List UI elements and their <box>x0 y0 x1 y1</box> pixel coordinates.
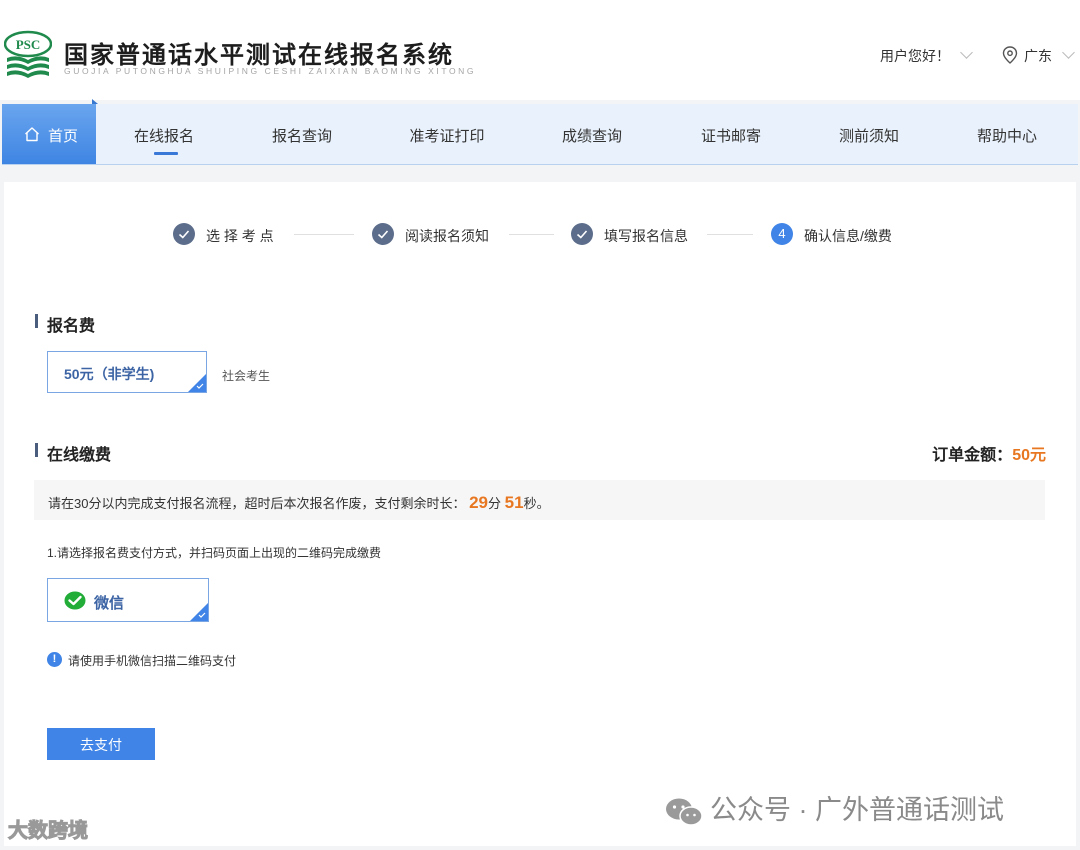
step-connector <box>294 234 354 235</box>
wechat-logo-icon <box>666 798 703 826</box>
nav-home-label: 首页 <box>48 128 79 145</box>
check-icon <box>198 612 206 618</box>
nav-item-online-registration[interactable]: 在线报名 <box>134 125 194 146</box>
site-header: PSC 国家普通话水平测试在线报名系统 GUOJIA PUTONGHUA SHU… <box>0 0 1080 100</box>
step-done-check-icon <box>372 223 394 245</box>
user-greeting[interactable]: 用户您好！ <box>880 46 950 66</box>
watermark-right-text: 公众号 · 广外普通话测试 <box>710 795 1004 825</box>
fee-option-non-student[interactable]: 50元（非学生) <box>47 351 207 393</box>
step-done-check-icon <box>173 223 195 245</box>
timer-minutes: 29 <box>469 493 489 512</box>
nav-item-score-query[interactable]: 成绩查询 <box>562 125 622 146</box>
timer-text: 请在30分以内完成支付报名流程，超时后本次报名作废，支付剩余时长： 29分 51… <box>48 493 550 513</box>
payment-timer-bar: 请在30分以内完成支付报名流程，超时后本次报名作废，支付剩余时长： 29分 51… <box>34 480 1045 520</box>
wechat-pay-option[interactable]: 微信 <box>47 578 209 622</box>
step-label-read-notice: 阅读报名须知 <box>405 228 489 244</box>
fee-option-note: 社会考生 <box>222 369 271 383</box>
payment-card: 选 择 考 点 阅读报名须知 填写报名信息 4 确认信息/缴费 报名费 50元（… <box>4 182 1076 846</box>
location-pin-icon <box>1002 46 1018 64</box>
home-icon <box>25 127 39 142</box>
psc-logo-icon: PSC <box>4 30 52 78</box>
region-selector[interactable]: 广东 <box>1024 46 1052 66</box>
payment-section-title: 在线缴费 <box>47 447 112 464</box>
watermark-left-text: 大数跨境 <box>8 820 89 843</box>
go-pay-button[interactable]: 去支付 <box>47 728 155 760</box>
check-icon <box>196 383 204 389</box>
step-current-number: 4 <box>771 223 793 245</box>
timer-seconds: 51 <box>504 493 524 512</box>
timer-minutes-unit: 分 <box>488 496 502 511</box>
nav-item-registration-query[interactable]: 报名查询 <box>272 125 332 146</box>
fee-option-label: 50元（非学生) <box>64 366 155 382</box>
order-amount-label: 订单金额： <box>932 447 1013 464</box>
wechat-scan-tip: 请使用手机微信扫描二维码支付 <box>68 654 237 668</box>
site-title: 国家普通话水平测试在线报名系统 <box>64 40 454 69</box>
step-connector <box>509 234 554 235</box>
watermark-official-account: 公众号 · 广外普通话测试 <box>664 788 1004 827</box>
nav-item-certificate-mail[interactable]: 证书邮寄 <box>701 125 761 146</box>
wechat-pay-label: 微信 <box>94 595 125 612</box>
step-label-select-center: 选 择 考 点 <box>206 228 274 244</box>
nav-item-help-center[interactable]: 帮助中心 <box>977 125 1037 146</box>
nav-item-test-notes[interactable]: 测前须知 <box>839 125 899 146</box>
step-label-confirm-pay: 确认信息/缴费 <box>804 228 892 244</box>
step-label-fill-info: 填写报名信息 <box>604 228 688 244</box>
order-amount-value: 50元 <box>1012 447 1046 464</box>
section-marker <box>35 314 38 328</box>
fee-section-title: 报名费 <box>47 318 96 335</box>
section-marker <box>35 443 38 457</box>
chevron-down-icon[interactable] <box>960 46 973 59</box>
payment-method-hint: 1.请选择报名费支付方式，并扫码页面上出现的二维码完成缴费 <box>47 546 382 560</box>
timer-seconds-unit: 秒。 <box>523 496 550 511</box>
main-nav: 首页 在线报名 报名查询 准考证打印 成绩查询 证书邮寄 测前须知 帮助中心 <box>2 99 1078 165</box>
wechat-pay-icon <box>64 591 86 610</box>
nav-active-indicator <box>154 152 178 155</box>
timer-prefix: 请在30分以内完成支付报名流程，超时后本次报名作废，支付剩余时长： <box>48 496 466 511</box>
svg-text:PSC: PSC <box>16 37 41 52</box>
site-title-pinyin: GUOJIA PUTONGHUA SHUIPING CESHI ZAIXIAN … <box>64 66 477 76</box>
watermark-corner: 大数跨境 <box>8 814 89 843</box>
step-connector <box>707 234 753 235</box>
info-icon: ! <box>47 652 62 667</box>
order-amount: 订单金额：50元 <box>932 441 1046 465</box>
nav-item-admission-ticket[interactable]: 准考证打印 <box>409 125 484 146</box>
nav-home[interactable]: 首页 <box>2 99 98 164</box>
step-done-check-icon <box>571 223 593 245</box>
chevron-down-icon[interactable] <box>1062 46 1075 59</box>
